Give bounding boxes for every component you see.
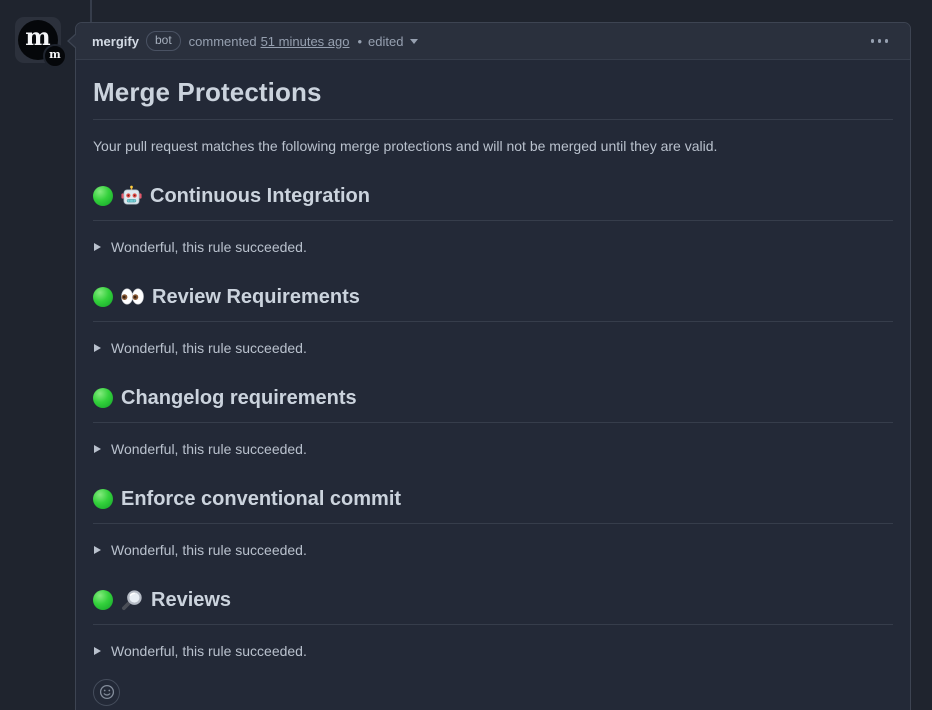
magnifying-glass-emoji-icon bbox=[121, 589, 143, 611]
rule-heading-reviews: Reviews bbox=[93, 585, 893, 625]
rule-summary-text: Wonderful, this rule succeeded. bbox=[111, 540, 307, 561]
green-circle-emoji-icon bbox=[93, 590, 113, 610]
kebab-horizontal-icon bbox=[871, 39, 875, 43]
intro-text: Your pull request matches the following … bbox=[93, 136, 893, 157]
comment-options-button[interactable] bbox=[865, 35, 895, 47]
green-circle-emoji-icon bbox=[93, 489, 113, 509]
commented-text: commented bbox=[189, 34, 257, 49]
rule-heading-label: Changelog requirements bbox=[121, 383, 357, 413]
add-reaction-button[interactable] bbox=[93, 679, 120, 706]
rule-details[interactable]: Wonderful, this rule succeeded. bbox=[93, 338, 893, 359]
bot-badge: bot bbox=[146, 31, 181, 50]
page-title: Merge Protections bbox=[93, 76, 893, 120]
comment-card: mergify bot commented 51 minutes ago • e… bbox=[75, 22, 911, 710]
smiley-icon bbox=[99, 684, 115, 700]
rule-heading-label: Enforce conventional commit bbox=[121, 484, 401, 514]
comment-header: mergify bot commented 51 minutes ago • e… bbox=[76, 23, 910, 60]
separator-dot: • bbox=[357, 34, 362, 49]
rule-summary-text: Wonderful, this rule succeeded. bbox=[111, 338, 307, 359]
rule-heading-changelog-requirements: Changelog requirements bbox=[93, 383, 893, 423]
rule-summary[interactable]: Wonderful, this rule succeeded. bbox=[93, 338, 893, 359]
rule-heading-continuous-integration: Continuous Integration bbox=[93, 181, 893, 221]
rule-summary-text: Wonderful, this rule succeeded. bbox=[111, 439, 307, 460]
rule-heading-label: Review Requirements bbox=[152, 282, 360, 312]
rule-summary[interactable]: Wonderful, this rule succeeded. bbox=[93, 237, 893, 258]
rule-details[interactable]: Wonderful, this rule succeeded. bbox=[93, 439, 893, 460]
rule-heading-label: Reviews bbox=[151, 585, 231, 615]
bot-avatar-badge-icon: m bbox=[43, 44, 67, 68]
rule-summary[interactable]: Wonderful, this rule succeeded. bbox=[93, 540, 893, 561]
timestamp-link[interactable]: 51 minutes ago bbox=[261, 34, 350, 49]
rule-heading-review-requirements: Review Requirements bbox=[93, 282, 893, 322]
disclosure-triangle-icon bbox=[94, 344, 101, 352]
rule-summary[interactable]: Wonderful, this rule succeeded. bbox=[93, 641, 893, 662]
rule-summary-text: Wonderful, this rule succeeded. bbox=[111, 237, 307, 258]
mergify-avatar[interactable]: m m bbox=[15, 17, 61, 63]
disclosure-triangle-icon bbox=[94, 445, 101, 453]
rule-summary-text: Wonderful, this rule succeeded. bbox=[111, 641, 307, 662]
green-circle-emoji-icon bbox=[93, 287, 113, 307]
rule-summary[interactable]: Wonderful, this rule succeeded. bbox=[93, 439, 893, 460]
chevron-down-icon bbox=[410, 39, 418, 44]
edited-dropdown-button[interactable]: edited bbox=[368, 34, 418, 49]
author-link[interactable]: mergify bbox=[92, 34, 139, 49]
rule-details[interactable]: Wonderful, this rule succeeded. bbox=[93, 237, 893, 258]
disclosure-triangle-icon bbox=[94, 546, 101, 554]
comment-body: Merge Protections Your pull request matc… bbox=[76, 60, 910, 710]
eyes-emoji-icon bbox=[121, 288, 144, 305]
disclosure-triangle-icon bbox=[94, 647, 101, 655]
green-circle-emoji-icon bbox=[93, 388, 113, 408]
rule-heading-enforce-conventional-commit: Enforce conventional commit bbox=[93, 484, 893, 524]
rule-heading-label: Continuous Integration bbox=[150, 181, 370, 211]
green-circle-emoji-icon bbox=[93, 186, 113, 206]
rule-details[interactable]: Wonderful, this rule succeeded. bbox=[93, 641, 893, 662]
edited-label: edited bbox=[368, 34, 403, 49]
rule-details[interactable]: Wonderful, this rule succeeded. bbox=[93, 540, 893, 561]
disclosure-triangle-icon bbox=[94, 243, 101, 251]
robot-emoji-icon bbox=[121, 185, 142, 206]
